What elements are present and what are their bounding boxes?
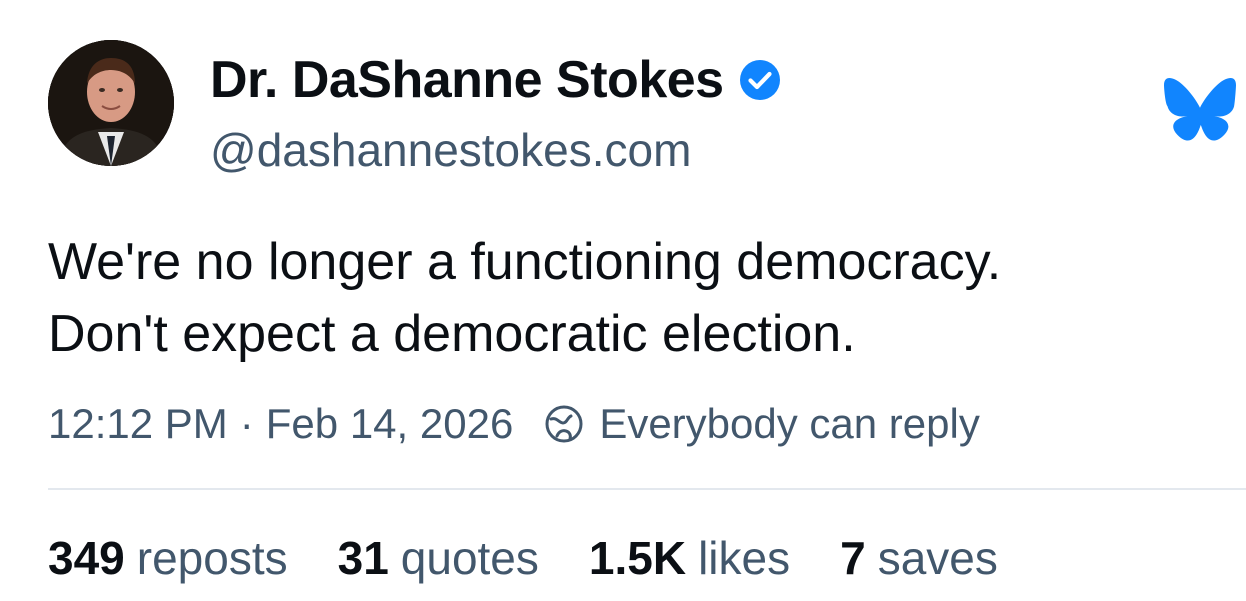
likes-stat[interactable]: 1.5K likes <box>589 530 790 586</box>
likes-count: 1.5K <box>588 532 687 584</box>
reply-setting[interactable]: Everybody can reply <box>599 398 980 450</box>
quotes-count: 31 <box>337 532 389 584</box>
engagement-stats: 349 reposts 31 quotes 1.5K likes 7 saves <box>48 530 998 586</box>
saves-count: 7 <box>840 532 866 584</box>
reposts-stat[interactable]: 349 reposts <box>48 530 288 586</box>
avatar[interactable] <box>48 40 174 166</box>
quotes-stat[interactable]: 31 quotes <box>338 530 539 586</box>
post-text: We're no longer a functioning democracy.… <box>48 226 1218 370</box>
post-meta: 12:12 PM · Feb 14, 2026 Everybody can re… <box>48 398 980 450</box>
reposts-count: 349 <box>48 532 125 584</box>
likes-label: likes <box>698 532 791 584</box>
verified-badge-icon <box>739 60 780 100</box>
post-text-line: Don't expect a democratic election. <box>48 305 856 363</box>
post-text-line: We're no longer a functioning democracy. <box>48 233 1002 291</box>
author-display-name[interactable]: Dr. DaShanne Stokes <box>210 50 724 110</box>
saves-stat[interactable]: 7 saves <box>840 530 998 586</box>
post-date[interactable]: Feb 14, 2026 <box>266 398 514 450</box>
post-time[interactable]: 12:12 PM <box>48 398 228 450</box>
avatar-image <box>48 40 174 166</box>
author-name-row: Dr. DaShanne Stokes <box>210 50 782 110</box>
saves-label: saves <box>877 532 998 584</box>
globe-icon <box>545 405 583 443</box>
divider <box>48 488 1246 490</box>
bluesky-butterfly-icon[interactable] <box>1164 78 1236 142</box>
quotes-label: quotes <box>400 532 539 584</box>
author-handle[interactable]: @dashannestokes.com <box>210 122 691 178</box>
reposts-label: reposts <box>136 532 288 584</box>
meta-separator: · <box>239 400 254 447</box>
